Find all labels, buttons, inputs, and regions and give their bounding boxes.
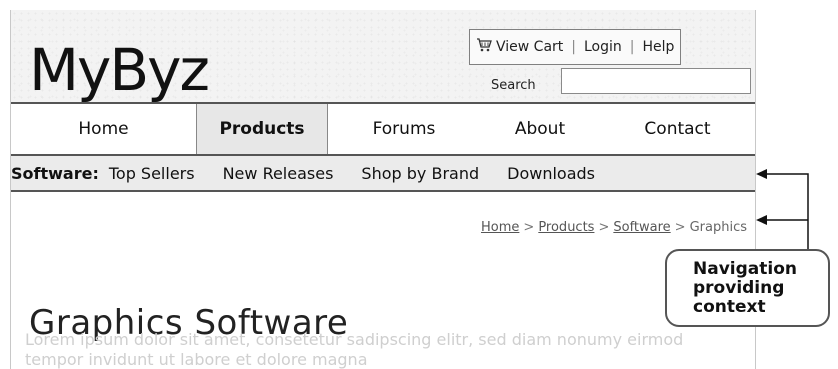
body-text: Lorem ipsum dolor sit amet, consetetur s… xyxy=(25,330,684,369)
utility-links: View Cart | Login | Help xyxy=(469,29,682,65)
arrow-to-breadcrumb xyxy=(756,215,808,225)
nav-item-forums[interactable]: Forums xyxy=(328,104,480,154)
nav-item-products[interactable]: Products xyxy=(196,104,328,154)
login-link[interactable]: Login xyxy=(584,39,622,55)
nav-item-about[interactable]: About xyxy=(480,104,600,154)
breadcrumb-separator: > xyxy=(598,220,610,235)
sub-nav-downloads[interactable]: Downloads xyxy=(507,164,595,183)
breadcrumb-separator: > xyxy=(674,220,686,235)
breadcrumb-home[interactable]: Home xyxy=(481,220,519,235)
sub-navigation: Software: Top Sellers New Releases Shop … xyxy=(11,156,755,192)
site-logo[interactable]: MyByz xyxy=(29,38,210,102)
breadcrumb-products[interactable]: Products xyxy=(538,220,594,235)
cart-icon[interactable] xyxy=(476,38,492,56)
view-cart-link[interactable]: View Cart xyxy=(496,39,563,55)
help-link[interactable]: Help xyxy=(643,39,675,55)
search-input[interactable] xyxy=(561,68,751,94)
breadcrumb: Home > Products > Software > Graphics xyxy=(481,220,747,235)
sub-nav-shop-by-brand[interactable]: Shop by Brand xyxy=(361,164,479,183)
arrow-to-subnav xyxy=(756,169,809,249)
search-label: Search xyxy=(491,78,536,93)
sub-nav-new-releases[interactable]: New Releases xyxy=(223,164,334,183)
breadcrumb-separator: > xyxy=(523,220,535,235)
breadcrumb-current: Graphics xyxy=(689,220,747,235)
nav-item-contact[interactable]: Contact xyxy=(600,104,755,154)
page: MyByz View Cart | Login | Help Search Ho… xyxy=(10,10,756,369)
separator: | xyxy=(571,39,576,55)
breadcrumb-software[interactable]: Software xyxy=(613,220,670,235)
separator: | xyxy=(629,39,635,55)
nav-item-home[interactable]: Home xyxy=(11,104,196,154)
annotation-callout: Navigation providing context xyxy=(665,249,830,327)
sub-nav-top-sellers[interactable]: Top Sellers xyxy=(109,164,195,183)
sub-nav-label: Software: xyxy=(11,163,99,183)
main-navigation: Home Products Forums About Contact xyxy=(11,102,755,156)
